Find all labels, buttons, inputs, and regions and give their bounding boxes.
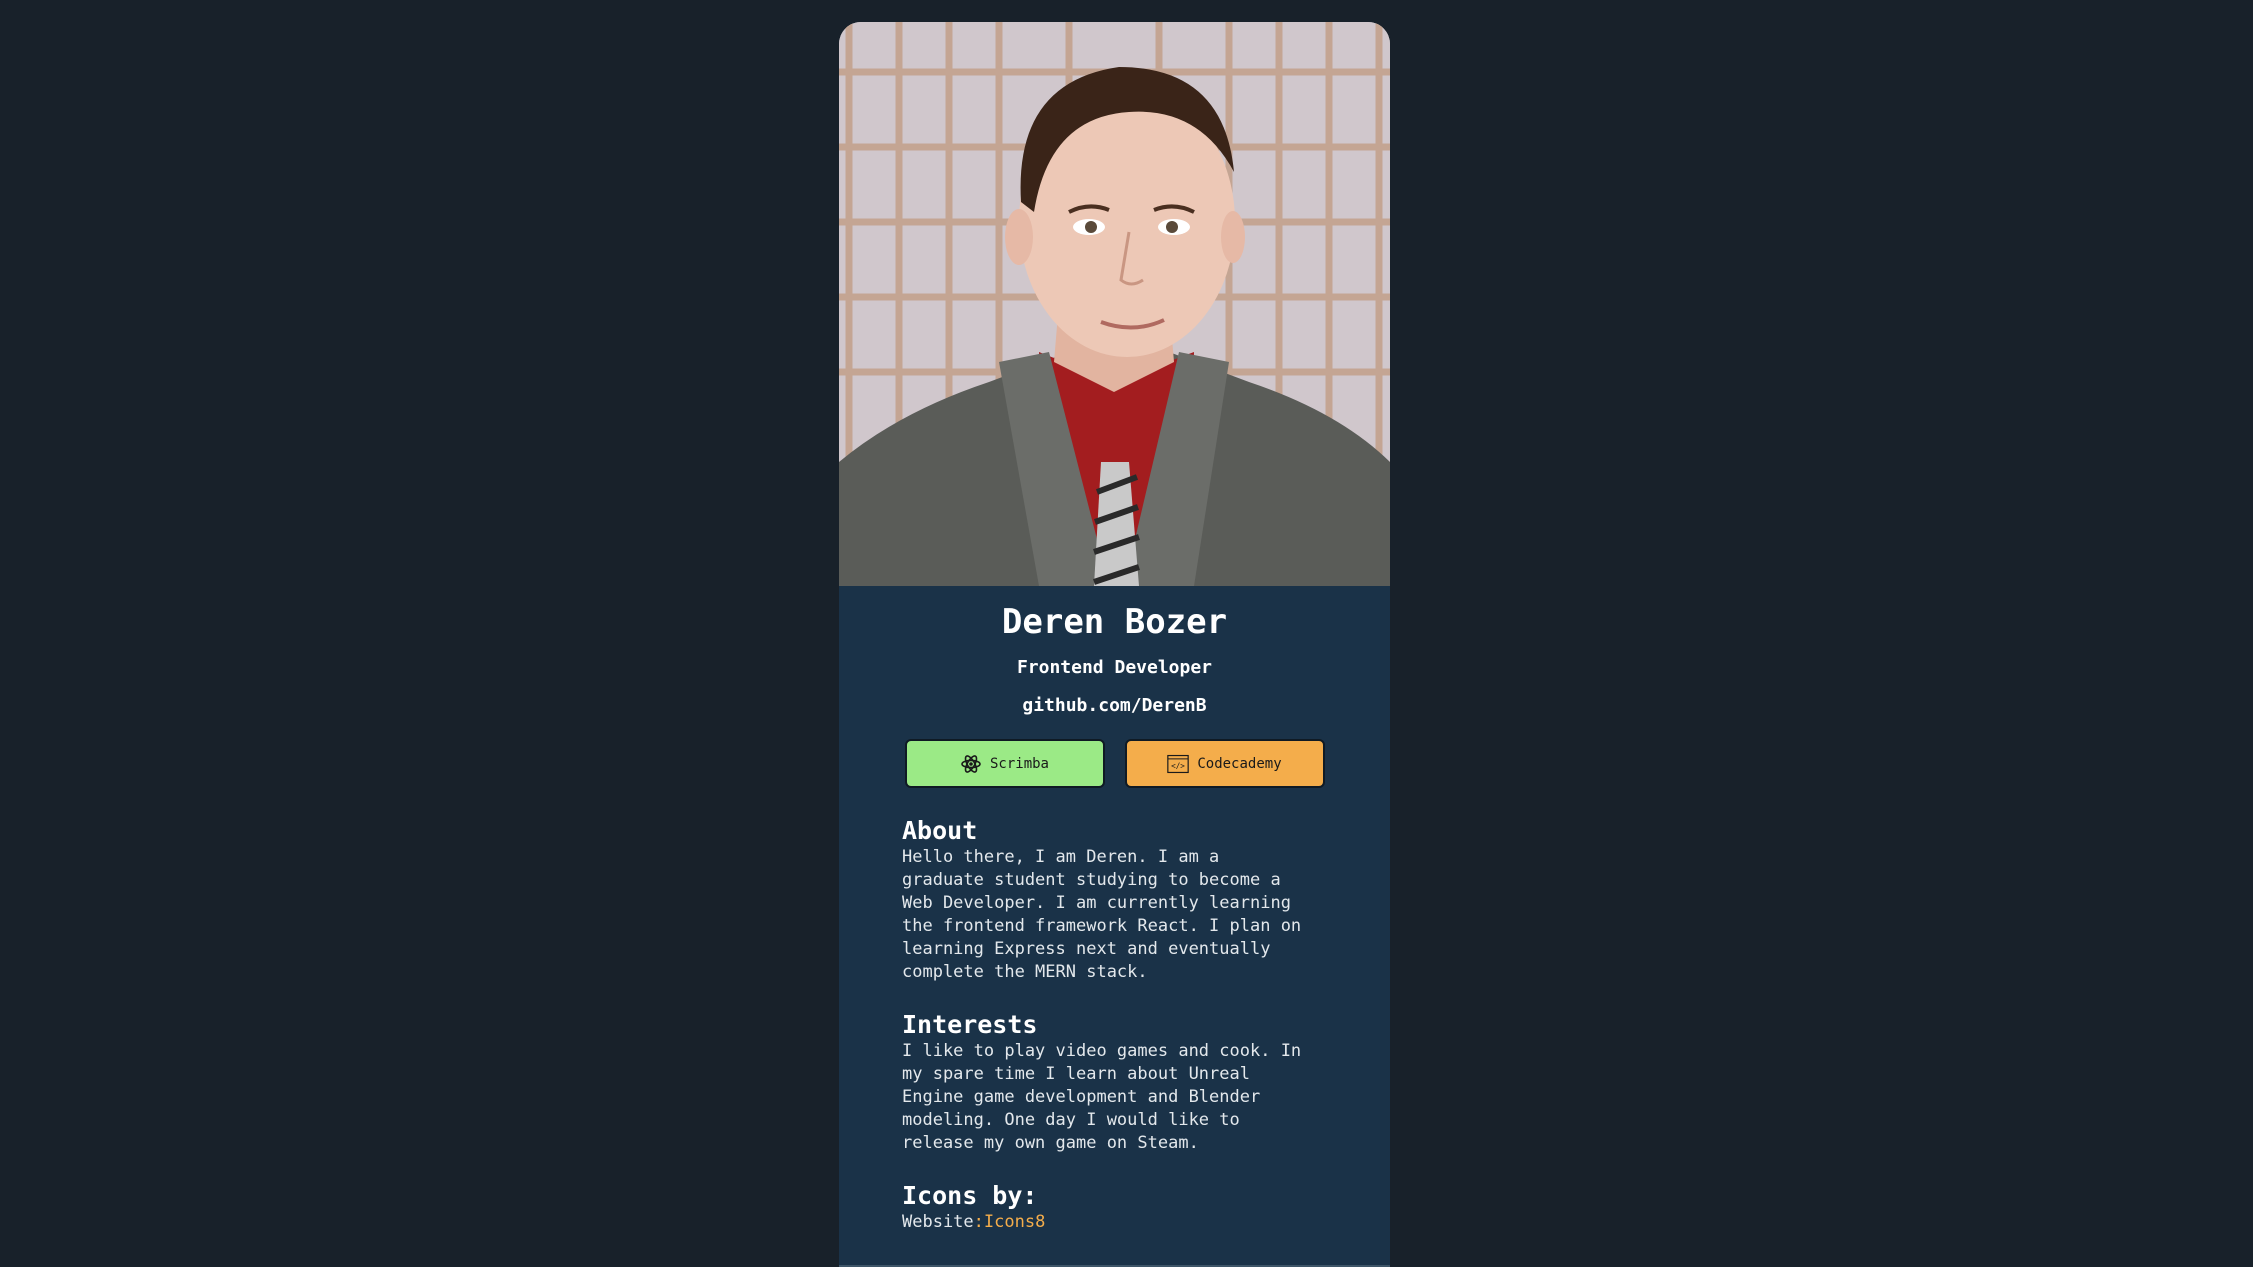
codecademy-label: Codecademy [1197, 755, 1282, 772]
profile-photo [839, 22, 1390, 586]
profile-title: Frontend Developer [1016, 657, 1213, 678]
profile-card: Deren Bozer Frontend Developer github.co… [839, 22, 1390, 1267]
codecademy-icon: </> [1167, 753, 1190, 775]
github-link[interactable]: github.com/DerenB [839, 693, 1390, 719]
svg-text:</>: </> [1171, 761, 1185, 770]
icons-by-heading: Icons by: [902, 1181, 1038, 1210]
icons-by-section: Icons by: Website:Icons8 [839, 1181, 1390, 1234]
profile-buttons: Scrimba </> Codecademy [839, 739, 1390, 788]
about-section: About Hello there, I am Deren. I am a gr… [839, 816, 1390, 984]
about-text: Hello there, I am Deren. I am a graduate… [902, 847, 1302, 982]
about-heading: About [902, 816, 978, 845]
interests-section: Interests I like to play video games and… [839, 1010, 1390, 1155]
icons-credit-label: Website [902, 1212, 974, 1232]
icons-credit: Website:Icons8 [902, 1211, 1327, 1234]
codecademy-button[interactable]: </> Codecademy [1124, 739, 1325, 788]
icons8-link[interactable]: Icons8 [984, 1212, 1045, 1232]
profile-info: Deren Bozer Frontend Developer github.co… [839, 586, 1390, 788]
profile-name: Deren Bozer [1001, 602, 1228, 642]
icons-credit-separator: : [973, 1212, 984, 1232]
profile-photo-illustration [839, 22, 1390, 586]
scrimba-icon [960, 753, 982, 775]
interests-heading: Interests [902, 1010, 1038, 1039]
scrimba-button[interactable]: Scrimba [904, 739, 1105, 788]
interests-text: I like to play video games and cook. In … [902, 1041, 1302, 1153]
scrimba-label: Scrimba [989, 755, 1049, 772]
